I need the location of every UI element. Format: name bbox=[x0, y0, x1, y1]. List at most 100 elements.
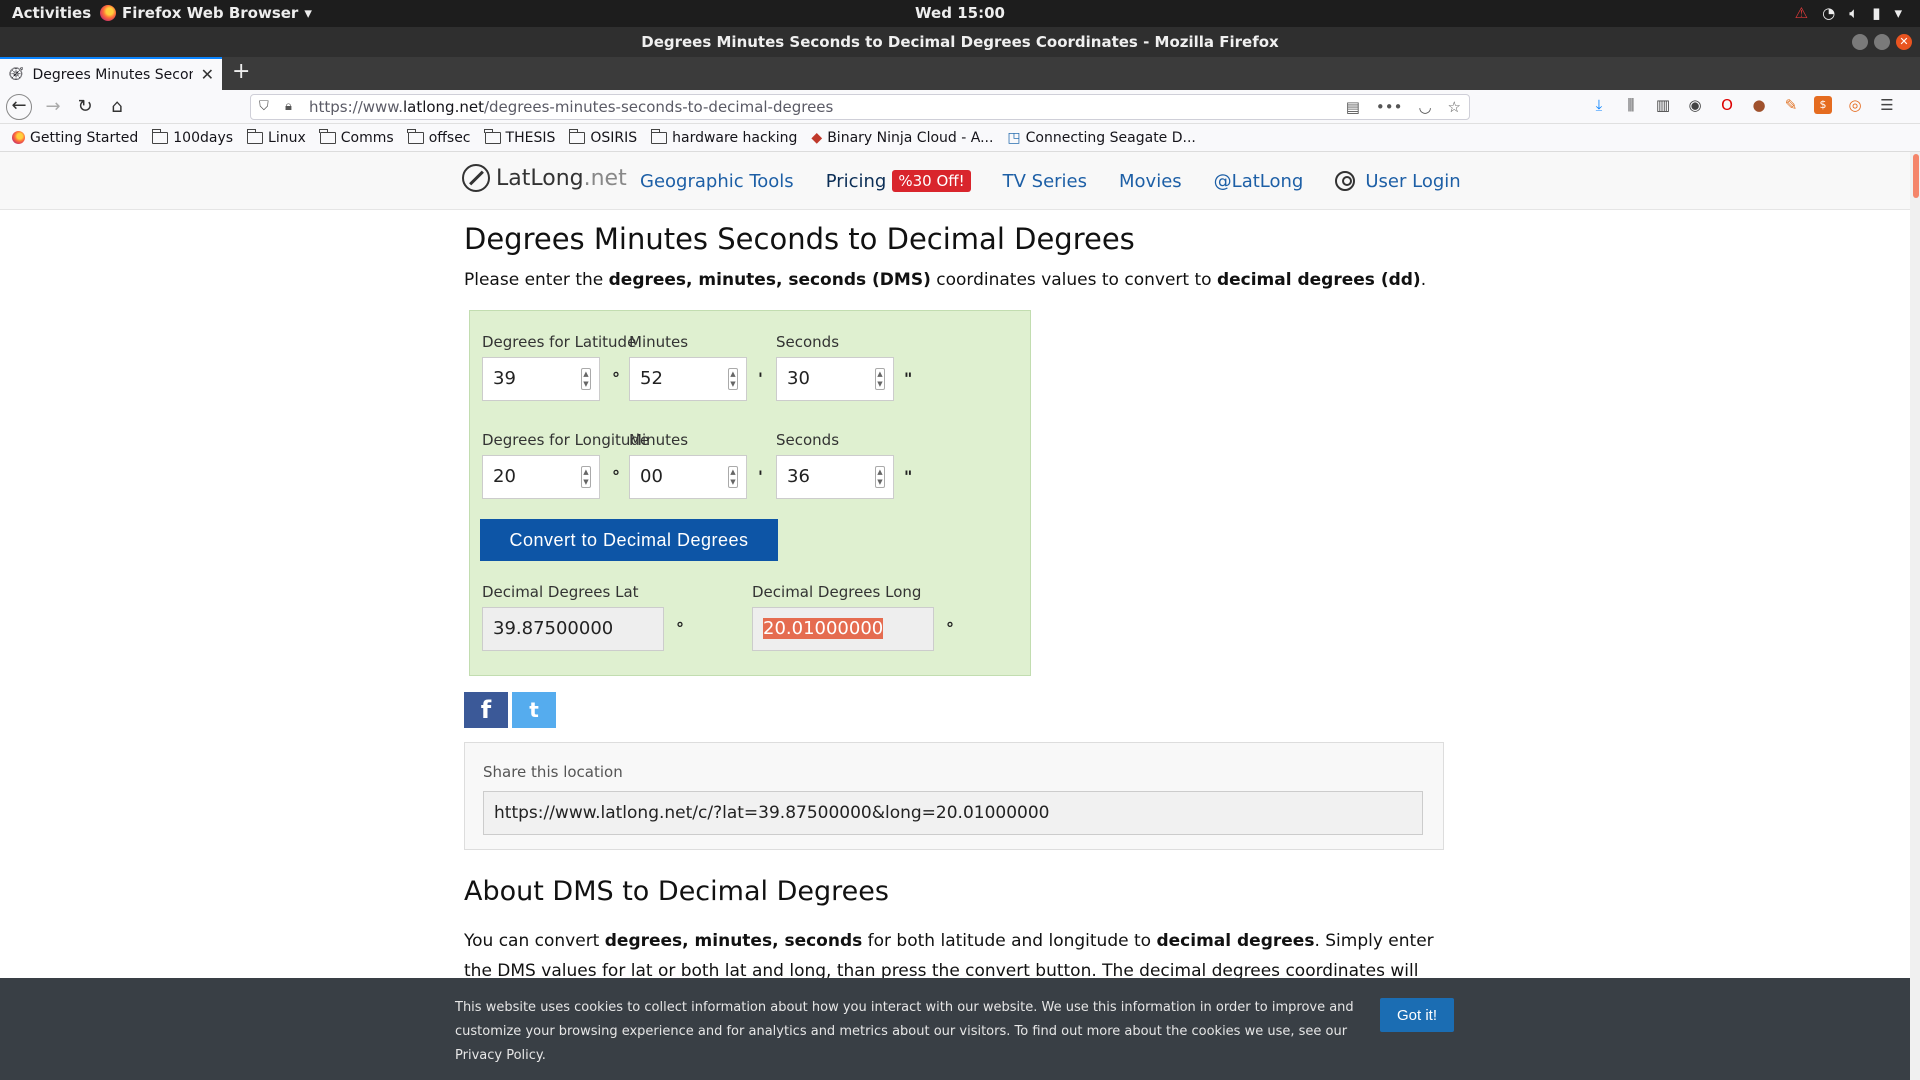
lat-degrees-input[interactable]: 39 ▲ ▼ bbox=[482, 357, 600, 401]
minimize-button[interactable] bbox=[1852, 34, 1868, 50]
spinner-icon[interactable]: ▲ ▼ bbox=[581, 466, 591, 488]
convert-button[interactable]: Convert to Decimal Degrees bbox=[480, 519, 778, 561]
spinner-icon[interactable]: ▲ ▼ bbox=[728, 466, 738, 488]
share-url-field[interactable]: https://www.latlong.net/c/?lat=39.875000… bbox=[483, 791, 1423, 835]
lat-minutes-input[interactable]: 52 ▲ ▼ bbox=[629, 357, 747, 401]
library-icon[interactable]: ⫼ bbox=[1622, 96, 1640, 114]
url-bar[interactable]: ⛉ 🔒︎ https://www.latlong.net/degrees-min… bbox=[250, 94, 1470, 120]
back-button[interactable]: ← bbox=[6, 94, 32, 120]
bookmark-folder[interactable]: OSIRIS bbox=[568, 128, 637, 146]
scrollbar-thumb[interactable] bbox=[1913, 154, 1919, 198]
twitter-icon[interactable]: t bbox=[512, 692, 556, 728]
star-bookmark-icon[interactable]: ☆ bbox=[1448, 95, 1461, 119]
cookie-extension-icon[interactable]: ● bbox=[1750, 96, 1768, 114]
bookmark-folder[interactable]: Linux bbox=[246, 128, 306, 146]
pricing-discount-badge[interactable]: %30 Off! bbox=[892, 170, 971, 192]
user-icon bbox=[1335, 171, 1356, 191]
forward-button[interactable]: → bbox=[40, 95, 66, 119]
spinner-icon[interactable]: ▲ ▼ bbox=[875, 368, 885, 390]
window-title-bar: Degrees Minutes Seconds to Decimal Degre… bbox=[0, 27, 1920, 57]
app-menu[interactable]: Firefox Web Browser ▾ bbox=[100, 4, 312, 22]
cookie-accept-button[interactable]: Got it! bbox=[1380, 998, 1454, 1032]
dd-long-output[interactable]: 20.01000000 bbox=[752, 607, 934, 651]
battery-icon[interactable]: ▮ bbox=[1872, 4, 1880, 22]
reload-button[interactable]: ↻ bbox=[72, 95, 98, 119]
bookmark-item[interactable]: ◆ Binary Ninja Cloud - A... bbox=[811, 130, 993, 146]
lon-seconds-label: Seconds bbox=[776, 431, 840, 449]
bookmarks-toolbar: Getting Started 100days Linux Comms offs… bbox=[0, 124, 1920, 152]
cookie-consent-banner: This website uses cookies to collect inf… bbox=[0, 978, 1910, 1080]
chevron-down-icon[interactable]: ▾ bbox=[1894, 4, 1902, 22]
about-heading: About DMS to Decimal Degrees bbox=[464, 876, 889, 907]
bookmark-item[interactable]: ◳ Connecting Seagate D... bbox=[1007, 130, 1195, 146]
system-tray[interactable]: ⚠ ◔ 🔈︎ ▮ ▾ bbox=[1795, 4, 1902, 22]
download-icon[interactable]: ⤓ bbox=[1590, 96, 1608, 114]
account-icon[interactable]: ◉ bbox=[1686, 96, 1704, 114]
app-menu-label: Firefox Web Browser bbox=[122, 4, 299, 22]
reader-view-icon[interactable]: ▤ bbox=[1346, 95, 1360, 119]
main-content: Degrees Minutes Seconds to Decimal Degre… bbox=[464, 222, 1444, 1011]
lon-seconds-input[interactable]: 36 ▲ ▼ bbox=[776, 455, 894, 499]
lon-degrees-input[interactable]: 20 ▲ ▼ bbox=[482, 455, 600, 499]
ublock-extension-icon[interactable]: O bbox=[1718, 96, 1736, 114]
pocket-icon[interactable]: ◡ bbox=[1418, 95, 1431, 119]
toolbar-icons: ⤓ ⫼ ▥ ◉ O ● ✎ $ ◎ ☰ bbox=[1590, 96, 1896, 114]
page-actions-icon[interactable]: ••• bbox=[1376, 95, 1403, 119]
bookmark-folder[interactable]: 100days bbox=[151, 128, 233, 146]
window-title: Degrees Minutes Seconds to Decimal Degre… bbox=[641, 33, 1279, 51]
wifi-icon[interactable]: ◔ bbox=[1822, 4, 1835, 22]
dd-lat-label: Decimal Degrees Lat bbox=[482, 583, 639, 601]
extension-icon[interactable]: ◎ bbox=[1846, 96, 1864, 114]
lock-icon[interactable]: 🔒︎ bbox=[285, 95, 292, 119]
lat-seconds-label: Seconds bbox=[776, 333, 840, 351]
hamburger-menu-icon[interactable]: ☰ bbox=[1878, 96, 1896, 114]
extension-icon[interactable]: ✎ bbox=[1782, 96, 1800, 114]
bookmark-folder[interactable]: THESIS bbox=[484, 128, 555, 146]
folder-icon bbox=[151, 128, 169, 144]
nav-user-login[interactable]: User Login bbox=[1335, 171, 1461, 192]
selected-text[interactable]: 20.01000000 bbox=[763, 618, 884, 639]
nav-pricing[interactable]: Pricing bbox=[826, 171, 887, 192]
lat-seconds-input[interactable]: 30 ▲ ▼ bbox=[776, 357, 894, 401]
lon-minutes-input[interactable]: 00 ▲ ▼ bbox=[629, 455, 747, 499]
maximize-button[interactable] bbox=[1874, 34, 1890, 50]
warning-icon[interactable]: ⚠ bbox=[1795, 4, 1808, 22]
spinner-icon[interactable]: ▲ ▼ bbox=[728, 368, 738, 390]
nav-geographic-tools[interactable]: Geographic Tools bbox=[640, 171, 794, 192]
share-location-box: Share this location https://www.latlong.… bbox=[464, 742, 1444, 850]
url-text[interactable]: https://www.latlong.net/degrees-minutes-… bbox=[309, 95, 833, 119]
nav-twitter[interactable]: @LatLong bbox=[1214, 171, 1304, 192]
web-page: LatLong.net Geographic Tools Pricing %30… bbox=[0, 152, 1910, 1080]
home-button[interactable]: ⌂ bbox=[104, 95, 130, 119]
spinner-icon[interactable]: ▲ ▼ bbox=[875, 466, 885, 488]
folder-icon bbox=[650, 128, 668, 144]
nav-tv-series[interactable]: TV Series bbox=[1003, 171, 1087, 192]
minute-symbol: ' bbox=[758, 467, 763, 486]
close-window-button[interactable]: ✕ bbox=[1896, 34, 1912, 50]
degree-symbol: ° bbox=[676, 619, 684, 638]
spinner-icon[interactable]: ▲ ▼ bbox=[581, 368, 591, 390]
new-tab-button[interactable]: + bbox=[232, 59, 250, 84]
nav-movies[interactable]: Movies bbox=[1119, 171, 1182, 192]
bookmark-folder[interactable]: hardware hacking bbox=[650, 128, 797, 146]
bookmark-folder[interactable]: Comms bbox=[319, 128, 394, 146]
shield-icon[interactable]: ⛉ bbox=[259, 95, 269, 119]
intro-text: Please enter the degrees, minutes, secon… bbox=[464, 270, 1427, 290]
bookmark-folder[interactable]: offsec bbox=[407, 128, 471, 146]
close-tab-icon[interactable]: ✕ bbox=[201, 65, 214, 84]
dd-lat-output[interactable]: 39.87500000 bbox=[482, 607, 664, 651]
bookmark-item[interactable]: Getting Started bbox=[12, 130, 138, 146]
site-logo[interactable]: LatLong.net bbox=[462, 164, 627, 192]
tab-active[interactable]: 🧭︎ Degrees Minutes Seconds to Decimal De… bbox=[0, 57, 222, 90]
page-scrollbar[interactable] bbox=[1910, 152, 1920, 1080]
extension-icon[interactable]: $ bbox=[1814, 96, 1832, 114]
volume-icon[interactable]: 🔈︎ bbox=[1849, 4, 1858, 22]
facebook-icon[interactable]: f bbox=[464, 692, 508, 728]
sidebar-icon[interactable]: ▥ bbox=[1654, 96, 1672, 114]
dd-long-label: Decimal Degrees Long bbox=[752, 583, 922, 601]
clock[interactable]: Wed 15:00 bbox=[915, 4, 1005, 22]
minute-symbol: ' bbox=[758, 369, 763, 388]
degree-symbol: ° bbox=[946, 619, 954, 638]
activities-button[interactable]: Activities bbox=[12, 4, 91, 22]
folder-icon bbox=[407, 128, 424, 144]
